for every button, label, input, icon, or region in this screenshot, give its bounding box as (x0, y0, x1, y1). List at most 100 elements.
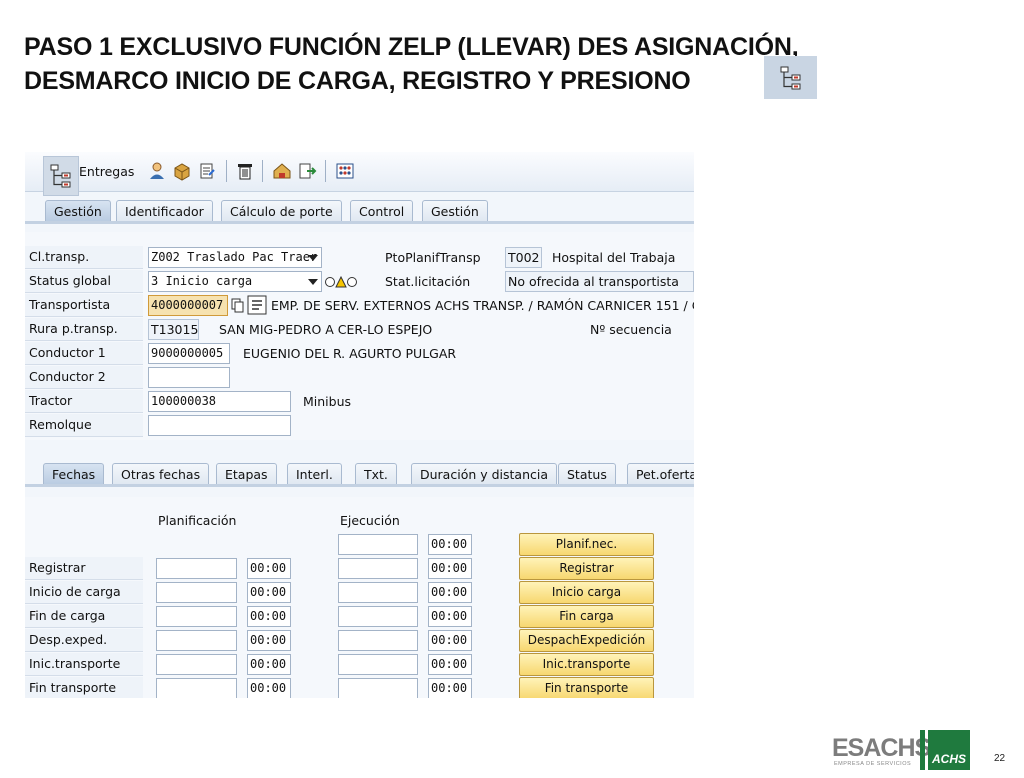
exec-time-input[interactable]: 00:00 (428, 558, 472, 579)
ruta-field: T13015 (148, 319, 199, 340)
chevron-down-icon (308, 255, 318, 261)
cl-transp-select[interactable]: Z002 Traslado Pac Traer (148, 247, 322, 268)
inic-transporte-button[interactable]: Inic.transporte (519, 653, 654, 676)
exec-time-input[interactable]: 00:00 (428, 606, 472, 627)
exec-date-top-input[interactable] (338, 534, 418, 555)
tab-interl[interactable]: Interl. (287, 463, 342, 485)
grid-dots-icon[interactable] (335, 161, 355, 181)
tab-gestion-2[interactable]: Gestión (422, 200, 488, 222)
tab-control[interactable]: Control (350, 200, 414, 222)
tab-txt[interactable]: Txt. (355, 463, 397, 485)
fin-carga-button[interactable]: Fin carga (519, 605, 654, 628)
label-conductor-2: Conductor 2 (25, 366, 143, 389)
esachs-subtitle: EMPRESA DE SERVICIOS (834, 761, 912, 767)
exec-time-input[interactable]: 00:00 (428, 678, 472, 698)
remolque-input[interactable] (148, 415, 291, 436)
copy-icon[interactable] (231, 298, 245, 314)
conductor-1-input[interactable]: 9000000005 (148, 343, 230, 364)
tab-status[interactable]: Status (558, 463, 616, 485)
plan-time-input[interactable]: 00:00 (247, 678, 291, 698)
exec-date-input[interactable] (338, 582, 418, 603)
exec-date-input[interactable] (338, 630, 418, 651)
tab-identificador[interactable]: Identificador (116, 200, 213, 222)
house-arrow-icon[interactable] (272, 161, 292, 181)
exec-time-input[interactable]: 00:00 (428, 582, 472, 603)
plan-time-input[interactable]: 00:00 (247, 606, 291, 627)
trash-icon[interactable] (235, 161, 255, 181)
document-arrow-icon[interactable] (297, 161, 317, 181)
main-tabs: Gestión Identificador Cálculo de porte C… (25, 200, 694, 222)
plan-date-input[interactable] (156, 558, 237, 579)
label-ruta: Rura p.transp. (25, 318, 143, 341)
hierarchy-tree-icon (764, 56, 817, 99)
conductor-2-input[interactable] (148, 367, 230, 388)
plan-date-input[interactable] (156, 654, 237, 675)
label-conductor-1: Conductor 1 (25, 342, 143, 365)
document-edit-icon[interactable] (197, 161, 217, 181)
tab-otras-fechas[interactable]: Otras fechas (112, 463, 210, 485)
hierarchy-tree-icon (50, 164, 71, 188)
tab-gestion[interactable]: Gestión (45, 200, 111, 222)
exec-date-input[interactable] (338, 678, 418, 698)
sap-screen: Entregas Gestión Identificador Cálculo d… (25, 152, 694, 698)
registrar-button[interactable]: Registrar (519, 557, 654, 580)
achs-logo: ACHS (928, 730, 970, 770)
tab-underline (25, 484, 694, 487)
tab-etapas[interactable]: Etapas (216, 463, 277, 485)
exec-date-input[interactable] (338, 654, 418, 675)
ruta-description: SAN MIG-PEDRO A CER-LO ESPEJO (219, 322, 433, 337)
label-status-global: Status global (25, 270, 143, 293)
label-desp-exped: Desp.exped. (25, 629, 143, 652)
tractor-description: Minibus (303, 394, 352, 409)
status-global-select[interactable]: 3 Inicio carga (148, 271, 322, 292)
plan-time-input[interactable]: 00:00 (247, 558, 291, 579)
planif-nec-button[interactable]: Planif.nec. (519, 533, 654, 556)
tractor-input[interactable]: 100000038 (148, 391, 291, 412)
hierarchy-tree-button[interactable] (43, 156, 79, 196)
toolbar-separator (226, 160, 227, 182)
cl-transp-value: Z002 Traslado Pac Traer (151, 250, 318, 264)
exec-date-input[interactable] (338, 558, 418, 579)
plan-date-input[interactable] (156, 630, 237, 651)
tab-pet-oferta[interactable]: Pet.oferta (627, 463, 694, 485)
inicio-carga-button[interactable]: Inicio carga (519, 581, 654, 604)
exec-time-top-input[interactable]: 00:00 (428, 534, 472, 555)
plan-date-input[interactable] (156, 582, 237, 603)
plan-date-input[interactable] (156, 606, 237, 627)
label-n-secuencia: Nº secuencia (590, 322, 672, 337)
label-fin-de-carga: Fin de carga (25, 605, 143, 628)
plan-time-input[interactable]: 00:00 (247, 654, 291, 675)
header-form: Cl.transp. Z002 Traslado Pac Traer PtoPl… (25, 232, 694, 440)
label-remolque: Remolque (25, 414, 143, 437)
tab-underline (25, 221, 694, 224)
label-cl-transp: Cl.transp. (25, 246, 143, 269)
plan-date-input[interactable] (156, 678, 237, 698)
esachs-brand: ESACHS (832, 734, 931, 762)
fin-transporte-button[interactable]: Fin transporte (519, 677, 654, 698)
toolbar-separator (325, 160, 326, 182)
despach-expedicion-button[interactable]: DespachExpedición (519, 629, 654, 652)
plan-time-input[interactable]: 00:00 (247, 630, 291, 651)
tab-fechas[interactable]: Fechas (43, 463, 105, 485)
toolbar: Entregas (25, 152, 694, 196)
page-number: 22 (994, 753, 1006, 764)
label-tractor: Tractor (25, 390, 143, 413)
stat-licitacion-field: No ofrecida al transportista (505, 271, 694, 292)
tab-duracion-distancia[interactable]: Duración y distancia (411, 463, 558, 485)
toolbar-entregas-label[interactable]: Entregas (79, 164, 134, 179)
label-inicio-de-carga: Inicio de carga (25, 581, 143, 604)
tab-calculo-de-porte[interactable]: Cálculo de porte (221, 200, 342, 222)
exec-time-input[interactable]: 00:00 (428, 630, 472, 651)
document-list-icon[interactable] (247, 295, 267, 315)
person-icon[interactable] (147, 161, 167, 181)
plan-time-input[interactable]: 00:00 (247, 582, 291, 603)
traffic-light-icon (325, 276, 357, 288)
label-registrar: Registrar (25, 557, 143, 580)
exec-date-input[interactable] (338, 606, 418, 627)
label-transportista: Transportista (25, 294, 143, 317)
transportista-input[interactable]: 4000000007 (148, 295, 228, 316)
exec-time-input[interactable]: 00:00 (428, 654, 472, 675)
pto-planif-field: T002 (505, 247, 542, 268)
package-icon[interactable] (172, 161, 192, 181)
pto-planif-description: Hospital del Trabaja (552, 250, 676, 265)
